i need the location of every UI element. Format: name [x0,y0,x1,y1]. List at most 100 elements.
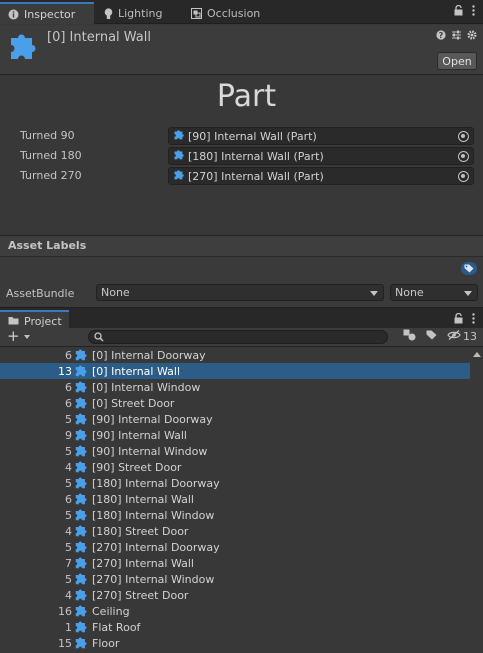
asset-name: Ceiling [92,604,130,618]
dependency-count: 5 [65,444,72,458]
open-button[interactable]: Open [437,52,477,70]
svg-text:?: ? [439,31,444,40]
list-item[interactable]: 15 Floor [0,635,470,651]
list-item[interactable]: 6 [0] Street Door [0,395,470,411]
dependency-count: 9 [65,428,72,442]
puzzle-piece-icon [74,380,88,396]
list-item[interactable]: 5 [270] Internal Window [0,571,470,587]
list-item[interactable]: 5 [180] Internal Window [0,507,470,523]
assetbundle-variant-dropdown[interactable]: None [390,284,478,301]
turned-270-label: Turned 270 [20,169,82,182]
turned-90-label: Turned 90 [20,129,75,142]
lightbulb-icon [104,7,113,20]
turned-90-field[interactable]: [90] Internal Wall (Part) [168,127,474,145]
assetbundle-label: AssetBundle [6,287,75,300]
dependency-count: 7 [65,556,72,570]
assetbundle-dropdown[interactable]: None [96,284,384,301]
puzzle-piece-icon [74,476,88,492]
asset-labels-title: Asset Labels [8,239,87,252]
list-item[interactable]: 1 Flat Roof [0,619,470,635]
asset-name: [270] Street Door [92,588,189,602]
dependency-count: 5 [65,412,72,426]
lock-icon[interactable] [454,4,463,19]
dependency-count: 6 [65,492,72,506]
list-item[interactable]: 6 [0] Internal Doorway [0,347,470,363]
puzzle-piece-icon [74,636,88,652]
object-title: [0] Internal Wall [47,30,151,45]
puzzle-piece-icon [74,428,88,444]
puzzle-piece-icon [74,556,88,572]
asset-name: [90] Internal Wall [92,428,187,442]
list-item[interactable]: 4 [270] Street Door [0,587,470,603]
dependency-count: 1 [65,620,72,634]
object-picker-icon[interactable] [458,131,469,142]
list-item[interactable]: 5 [270] Internal Doorway [0,539,470,555]
turned-90-value: [90] Internal Wall (Part) [188,129,317,143]
dependency-count: 6 [65,348,72,362]
dependency-count: 4 [65,524,72,538]
list-item[interactable]: 13 [0] Internal Wall [0,363,470,379]
turned-180-field[interactable]: [180] Internal Wall (Part) [168,147,474,165]
chevron-down-icon [464,291,472,296]
puzzle-piece-icon [74,508,88,524]
scroll-up-arrow-icon[interactable] [473,352,481,357]
hidden-packages-toggle[interactable]: 13 [447,330,477,343]
create-plus-icon[interactable]: + [7,329,20,344]
editor-tab-bar: Inspector Lighting Occlusion [0,0,483,24]
list-item[interactable]: 5 [180] Internal Doorway [0,475,470,491]
chevron-down-icon [370,291,378,296]
asset-name: [270] Internal Doorway [92,540,220,554]
list-item[interactable]: 6 [0] Internal Window [0,379,470,395]
filter-by-type-icon[interactable] [403,329,416,344]
list-item[interactable]: 6 [180] Internal Wall [0,491,470,507]
tag-icon[interactable] [461,262,477,275]
puzzle-piece-icon [74,348,88,364]
dependency-count: 4 [65,588,72,602]
more-menu-icon[interactable] [472,313,475,327]
turned-180-value: [180] Internal Wall (Part) [188,149,324,163]
project-tab-bar: Project [0,307,483,330]
object-picker-icon[interactable] [458,171,469,182]
list-item[interactable]: 5 [90] Internal Window [0,443,470,459]
lock-icon[interactable] [454,312,463,327]
help-icon[interactable]: ? [436,30,446,43]
part-heading: Part [216,79,277,114]
search-icon [94,332,104,345]
list-item[interactable]: 9 [90] Internal Wall [0,427,470,443]
search-input[interactable] [88,330,388,344]
preset-icon[interactable] [451,30,462,43]
project-asset-list: 6 [0] Internal Doorway 13 [0] Internal Wall… [0,347,470,653]
more-menu-icon[interactable] [472,5,475,19]
dependency-count: 5 [65,476,72,490]
tab-lighting-label: Lighting [118,7,163,20]
list-item[interactable]: 4 [90] Street Door [0,459,470,475]
asset-name: [270] Internal Window [92,572,215,586]
tab-inspector-label: Inspector [24,7,76,21]
eye-slash-icon [447,330,461,343]
asset-name: Flat Roof [92,620,141,634]
folder-icon [8,315,19,328]
puzzle-piece-icon [74,588,88,604]
asset-name: [0] Street Door [92,396,175,410]
filter-by-label-icon[interactable] [426,330,437,343]
list-item[interactable]: 4 [180] Street Door [0,523,470,539]
asset-name: [90] Street Door [92,460,182,474]
asset-labels-header[interactable]: Asset Labels [0,236,483,257]
list-item[interactable]: 16 Ceiling [0,603,470,619]
dependency-count: 5 [65,572,72,586]
settings-gear-icon[interactable] [467,30,477,43]
puzzle-piece-icon [74,524,88,540]
object-picker-icon[interactable] [458,151,469,162]
asset-name: [90] Internal Doorway [92,412,213,426]
list-item[interactable]: 5 [90] Internal Doorway [0,411,470,427]
chevron-down-icon[interactable] [24,335,30,339]
tab-lighting[interactable]: Lighting [96,3,170,24]
list-item[interactable]: 7 [270] Internal Wall [0,555,470,571]
tab-occlusion[interactable]: Occlusion [183,3,268,24]
scrollbar[interactable] [470,347,483,653]
puzzle-piece-icon [74,604,88,620]
tab-occlusion-label: Occlusion [207,7,261,20]
tab-inspector[interactable]: Inspector [0,2,94,24]
turned-270-field[interactable]: [270] Internal Wall (Part) [168,167,474,185]
dependency-count: 16 [58,604,72,618]
